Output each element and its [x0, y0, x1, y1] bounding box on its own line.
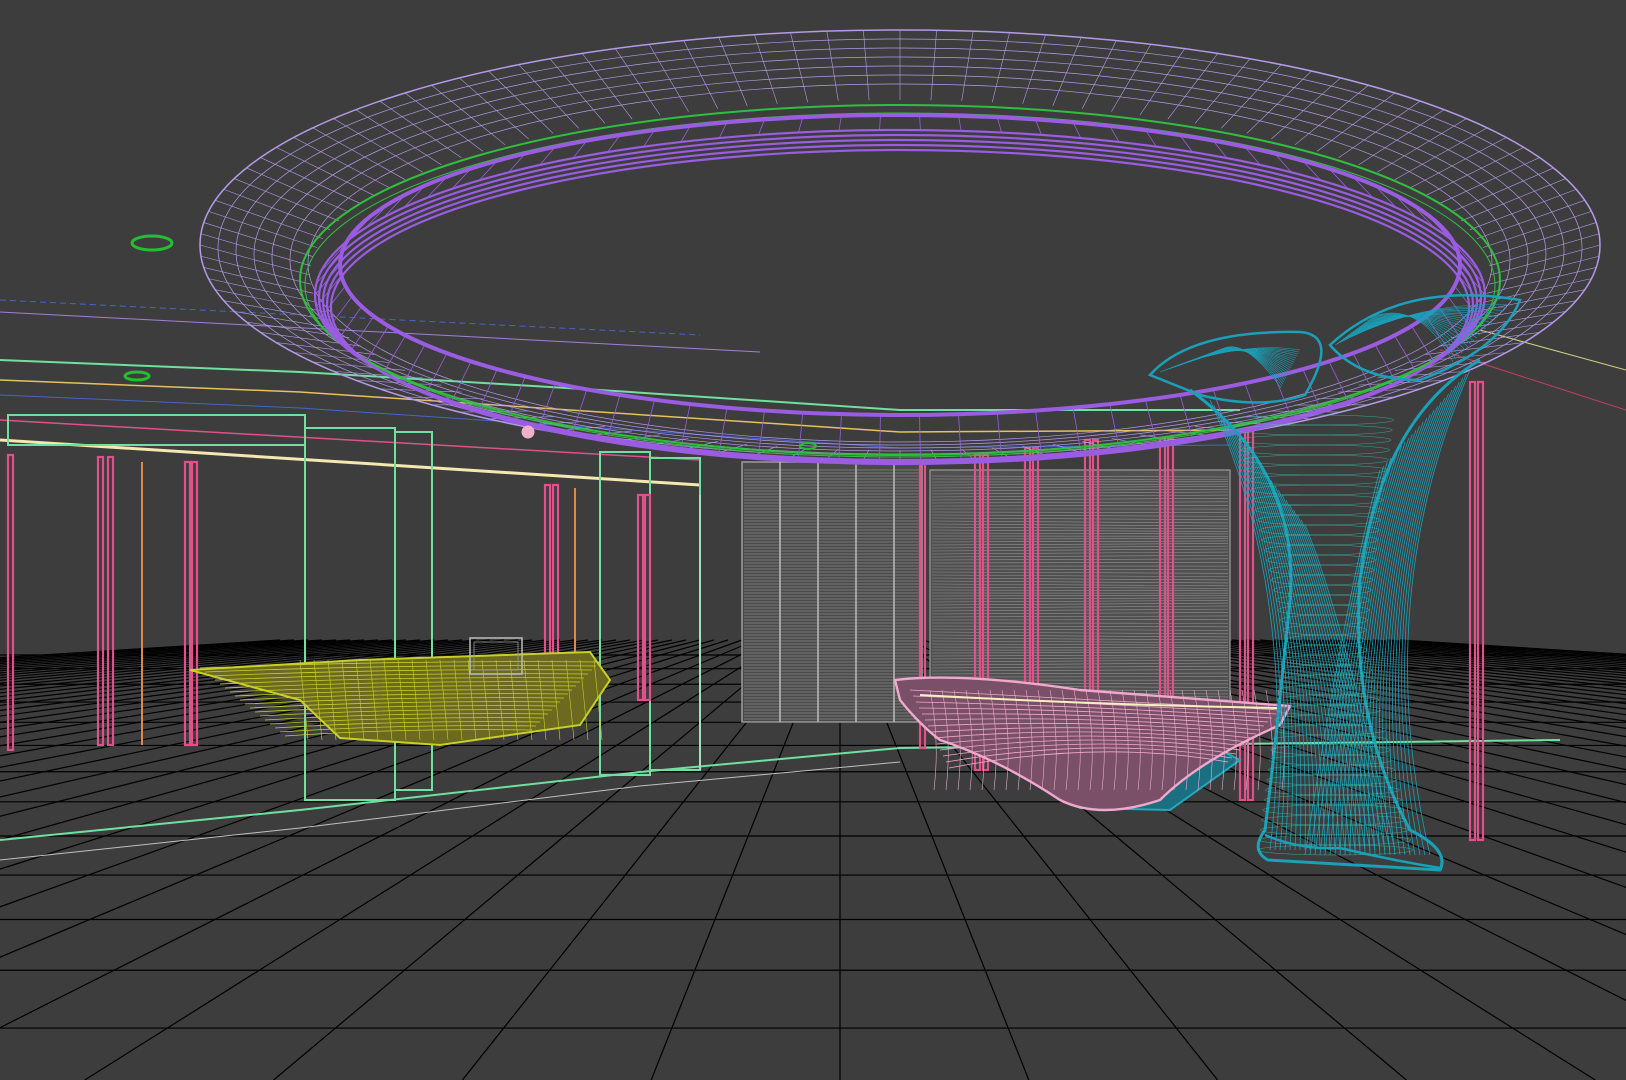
- ring-radial: [826, 31, 839, 102]
- trunk-ring: [1264, 544, 1377, 556]
- ring-fascia-rib: [838, 115, 842, 131]
- ring-radial: [1338, 100, 1421, 159]
- ring-contour: [217, 38, 1583, 458]
- ring-radial: [379, 100, 462, 159]
- ring-radial: [1052, 37, 1082, 107]
- ring-contour: [235, 47, 1565, 455]
- ring-radial: [459, 77, 529, 140]
- trunk-ring: [1257, 514, 1381, 526]
- ring-radial: [1022, 34, 1046, 104]
- ring-fascia-rib: [1411, 325, 1435, 363]
- ring-fascia-rib: [349, 316, 375, 352]
- trunk-ring: [1252, 494, 1384, 506]
- ring-radial: [754, 34, 778, 104]
- canopy-petal: [1147, 330, 1323, 404]
- ring-fascia-rib: [838, 414, 842, 460]
- ring-fascia-rib: [879, 414, 881, 460]
- ring-radial: [863, 30, 870, 101]
- floor-edge: [0, 761, 901, 861]
- ring-radial: [1194, 58, 1251, 124]
- grid-column-line: [1245, 639, 1626, 674]
- trunk-ring: [1238, 434, 1392, 446]
- glass-frame: [304, 427, 396, 801]
- trunk-ring: [1245, 464, 1388, 476]
- grid-column-line: [0, 639, 295, 660]
- trunk-ring: [1265, 784, 1400, 796]
- guide-line: [1479, 329, 1626, 371]
- grid-column-line: [1273, 639, 1626, 670]
- ring-radial: [930, 30, 937, 101]
- trunk-ring: [1260, 824, 1409, 836]
- ring-fascia-rib: [403, 344, 426, 383]
- ring-fascia-rib: [1072, 407, 1082, 452]
- soffit-edge: [0, 359, 1240, 411]
- ring-fascia-rib: [758, 410, 765, 456]
- ring-radial: [404, 92, 483, 152]
- wall-post: [6, 453, 15, 752]
- ring-radial: [1482, 211, 1592, 248]
- ring-fascia-rib: [680, 403, 691, 449]
- trunk-ring: [1243, 454, 1389, 466]
- ring-fascia-rib: [958, 414, 962, 460]
- ring-radial: [581, 53, 633, 120]
- ring-radial: [549, 58, 606, 124]
- guide-line: [0, 311, 761, 353]
- cove-light-strip: [299, 104, 1501, 456]
- trunk-ring: [1241, 444, 1390, 456]
- pendant-light: [521, 425, 535, 439]
- canopy-contour: [1189, 349, 1291, 371]
- ring-radial: [1477, 200, 1585, 239]
- guide-line: [1439, 349, 1626, 411]
- glass-frame: [7, 414, 306, 446]
- ring-radial: [215, 200, 323, 239]
- trunk-ring: [1254, 504, 1383, 516]
- ring-radial: [1469, 189, 1577, 230]
- ring-radial: [718, 37, 748, 107]
- ceiling-ring[interactable]: [199, 29, 1601, 466]
- ring-radial: [1317, 92, 1396, 152]
- downlight: [130, 234, 174, 252]
- grid-column-line: [1385, 639, 1626, 657]
- downlight: [123, 370, 151, 382]
- trunk-ring: [1250, 484, 1385, 496]
- ring-inner-edge: [338, 113, 1462, 417]
- ceiling-lights: [123, 234, 817, 450]
- trunk-ring: [1261, 814, 1407, 826]
- ring-radial: [961, 31, 974, 102]
- canopy-contour: [1186, 350, 1292, 369]
- canopy-contour: [1165, 348, 1299, 371]
- ring-fascia-rib: [996, 117, 1002, 133]
- ring-fascia: [317, 133, 1483, 463]
- grid-column-line: [1371, 639, 1626, 658]
- glass-frame: [649, 457, 701, 771]
- ring-contour: [271, 65, 1529, 449]
- 3d-viewport[interactable]: [0, 0, 1626, 1080]
- ring-radial: [488, 70, 554, 134]
- ring-radial: [223, 189, 331, 230]
- ring-fascia-rib: [879, 115, 881, 131]
- trunk-ring: [1261, 534, 1379, 546]
- cove-beam: [0, 438, 701, 487]
- ring-contour: [307, 83, 1493, 443]
- ring-fascia-rib: [539, 383, 556, 426]
- canopy-contour: [1334, 304, 1511, 346]
- ring-fascia-rib: [798, 117, 804, 133]
- wireframe-scene[interactable]: [0, 0, 1626, 1080]
- ring-radial: [790, 32, 808, 103]
- ring-radial: [1246, 70, 1312, 134]
- ring-fascia-rib: [718, 407, 728, 452]
- ring-fascia-rib: [958, 115, 962, 131]
- grid-column-line: [1399, 639, 1626, 655]
- ring-radial: [208, 211, 318, 248]
- ring-fascia-rib: [1244, 383, 1261, 426]
- ring-radial: [1167, 53, 1219, 120]
- reception-desk-right[interactable]: [893, 676, 1292, 812]
- ring-fascia-rib: [919, 414, 921, 460]
- ring-fascia-rib: [919, 115, 921, 131]
- ring-radial: [992, 32, 1010, 103]
- ring-radial: [1271, 77, 1341, 140]
